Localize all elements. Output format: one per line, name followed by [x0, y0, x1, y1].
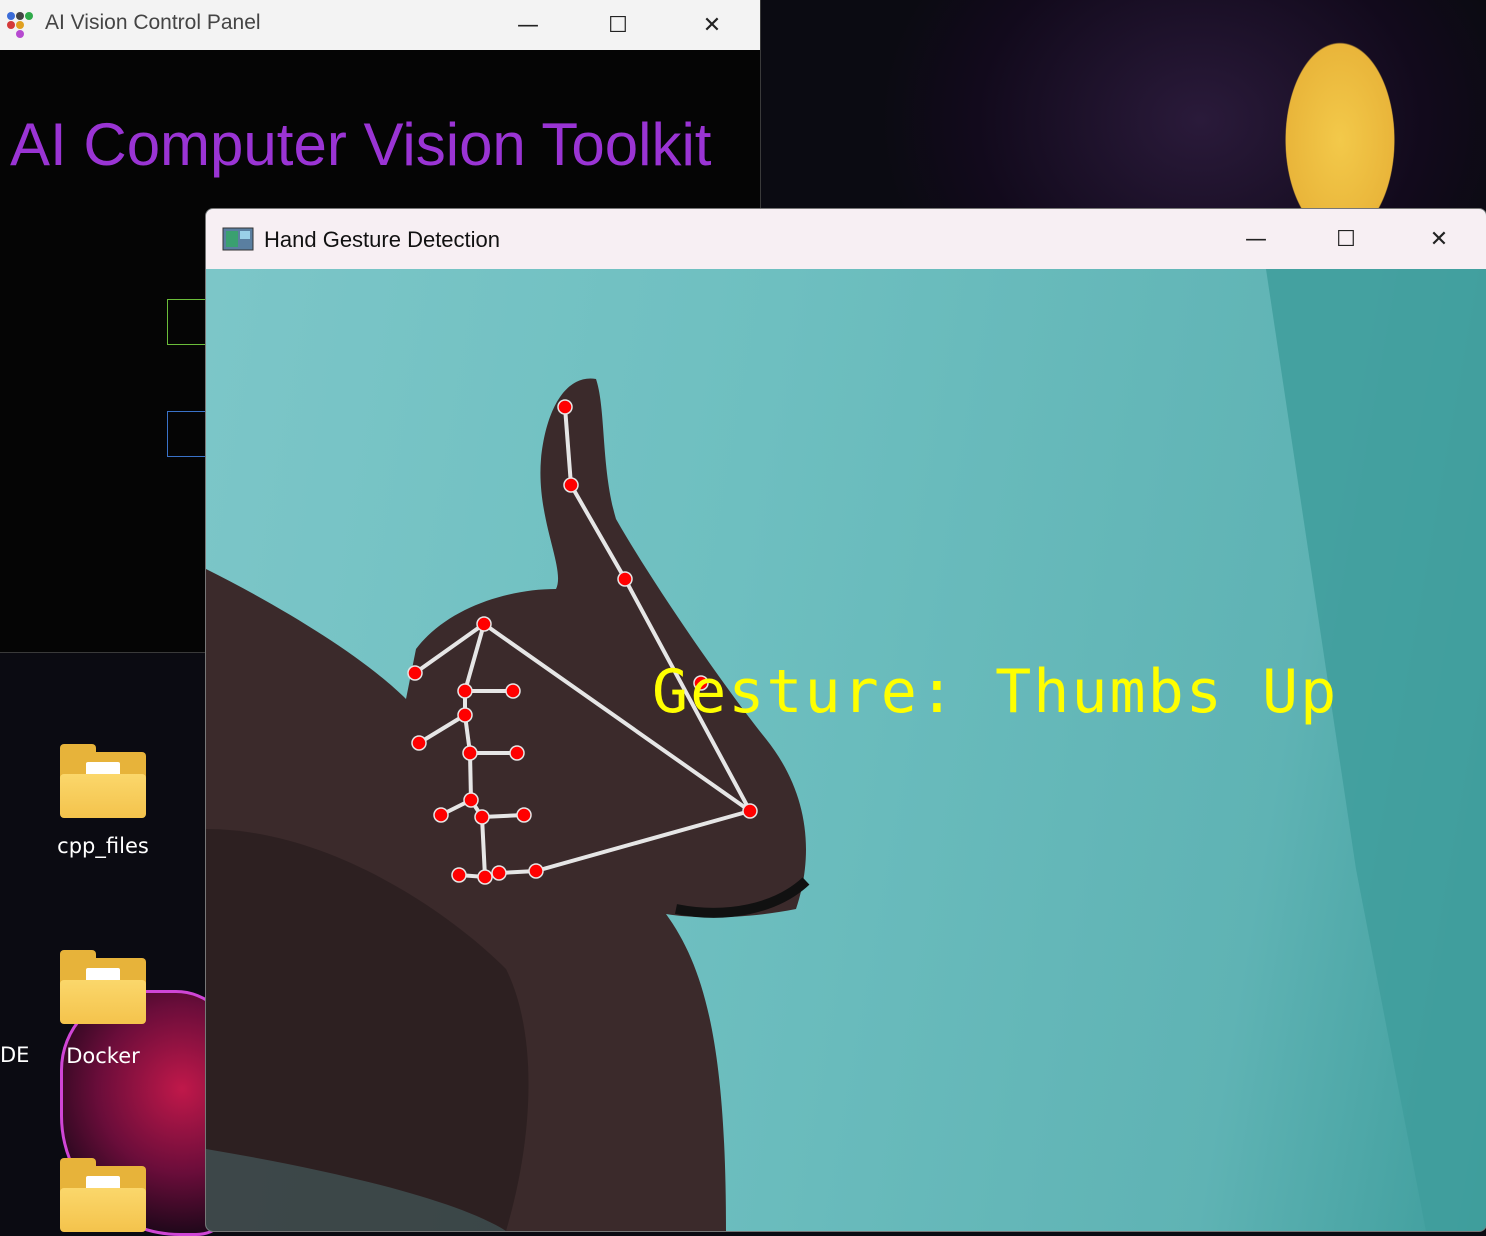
window-title: AI Vision Control Panel — [45, 11, 261, 34]
folder-icon — [60, 1158, 146, 1232]
maximize-icon: ☐ — [608, 12, 628, 38]
title-bar[interactable]: AI Vision Control Panel — ☐ ✕ — [0, 0, 760, 50]
minimize-icon: — — [1245, 226, 1267, 252]
camera-scene — [206, 269, 1486, 1231]
image-viewer-icon — [222, 227, 254, 251]
app-icon — [7, 12, 33, 38]
desktop-icon-folder[interactable] — [48, 1158, 158, 1232]
desktop-icon-docker[interactable]: Docker — [48, 950, 158, 1068]
minimize-button[interactable]: — — [1226, 209, 1286, 269]
wall-shadow — [1266, 269, 1486, 1231]
close-button[interactable]: ✕ — [1409, 209, 1469, 269]
minimize-icon: — — [517, 12, 539, 38]
desktop-icon-cpp-files[interactable]: cpp_files — [48, 744, 158, 858]
maximize-icon: ☐ — [1336, 226, 1356, 252]
close-icon: ✕ — [702, 12, 722, 38]
folder-icon — [60, 744, 146, 818]
close-button[interactable]: ✕ — [682, 0, 742, 50]
maximize-button[interactable]: ☐ — [1316, 209, 1376, 269]
desktop-icon-partial-label: DE — [0, 1043, 30, 1067]
close-icon: ✕ — [1429, 226, 1449, 252]
folder-icon — [60, 950, 146, 1024]
gesture-label: Gesture: Thumbs Up — [652, 657, 1339, 727]
title-bar[interactable]: Hand Gesture Detection — ☐ ✕ — [206, 209, 1486, 269]
gesture-detection-window: Hand Gesture Detection — ☐ ✕ Gesture: Th… — [205, 208, 1486, 1232]
camera-feed: Gesture: Thumbs Up — [206, 269, 1486, 1231]
maximize-button[interactable]: ☐ — [588, 0, 648, 50]
page-title: AI Computer Vision Toolkit — [10, 111, 712, 178]
desktop-icon-label: Docker — [66, 1044, 140, 1068]
minimize-button[interactable]: — — [498, 0, 558, 50]
desktop-icon-label: cpp_files — [57, 834, 149, 858]
window-title: Hand Gesture Detection — [264, 227, 501, 252]
